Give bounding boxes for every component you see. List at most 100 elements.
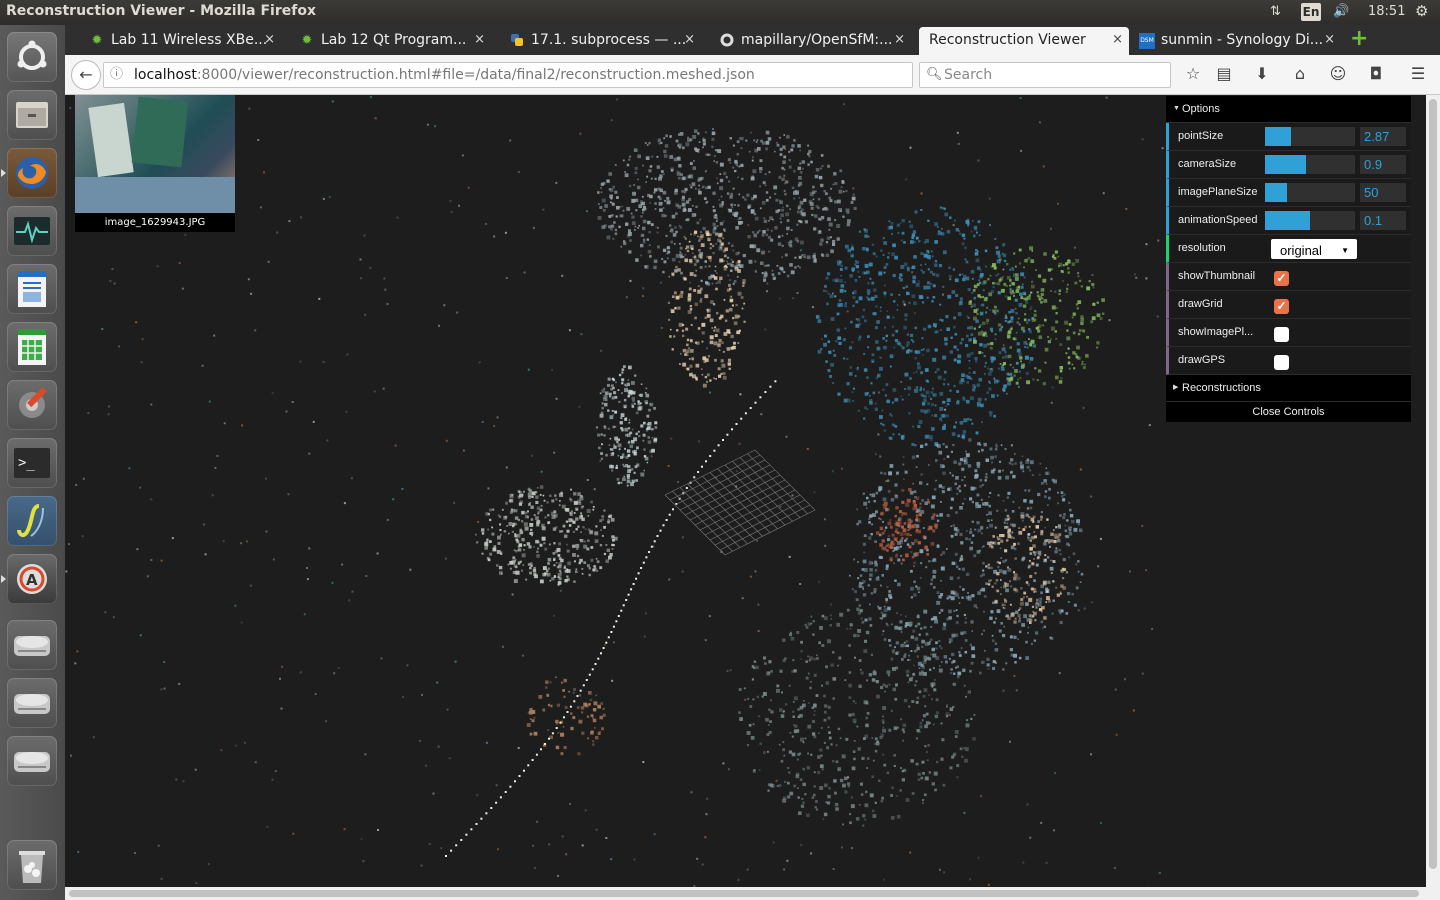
tab-close-icon[interactable]: × — [684, 27, 695, 53]
home-icon[interactable]: ⌂ — [1289, 64, 1311, 86]
jabref-launcher[interactable] — [7, 496, 57, 546]
reading-list-icon[interactable]: ▤ — [1213, 64, 1235, 86]
image-plane-size-input[interactable]: 50 — [1360, 183, 1406, 202]
calc-launcher[interactable] — [7, 322, 57, 372]
gear-icon: ✹ — [301, 33, 313, 48]
pocket-icon[interactable]: ◘ — [1365, 64, 1387, 86]
url-bar[interactable]: ⓘ localhost:8000/viewer/reconstruction.h… — [103, 62, 934, 88]
terminal-icon: >_ — [14, 448, 50, 478]
image-plane-size-slider[interactable] — [1265, 183, 1355, 202]
camera-size-slider[interactable] — [1265, 155, 1355, 174]
hello-chat-icon[interactable]: ☺ — [1327, 64, 1349, 86]
tab-close-icon[interactable]: × — [474, 27, 485, 53]
tab-close-icon[interactable]: × — [1324, 27, 1335, 53]
keyboard-layout-indicator[interactable]: En — [1301, 3, 1321, 21]
show-image-planes-control: showImagePl... — [1166, 319, 1411, 347]
new-tab-plus-icon[interactable]: + — [1350, 28, 1368, 50]
control-label: resolution — [1178, 242, 1226, 254]
reconstructions-folder-header[interactable]: ▶ Reconstructions — [1166, 375, 1411, 402]
tab-close-icon[interactable]: × — [264, 27, 275, 53]
system-monitor-launcher[interactable] — [7, 206, 57, 256]
tab-synology[interactable]: DSM sunmin - Synology Di... × — [1131, 27, 1341, 55]
thumbnail-panel: image_1629943.JPG — [75, 95, 235, 232]
spreadsheet-icon — [18, 329, 46, 365]
firefox-launcher[interactable] — [1, 148, 57, 198]
search-placeholder: Search — [944, 67, 993, 83]
files-launcher[interactable] — [7, 90, 57, 140]
ubuntu-dash-button[interactable] — [7, 32, 57, 82]
tab-label: mapillary/OpenSfM:... — [741, 32, 893, 48]
resolution-select[interactable]: original ▼ — [1271, 239, 1357, 259]
show-thumbnail-checkbox[interactable]: ✓ — [1274, 271, 1289, 286]
close-controls-button[interactable]: Close Controls — [1166, 402, 1411, 422]
control-label: showImagePl... — [1178, 326, 1254, 338]
show-image-planes-checkbox[interactable] — [1274, 327, 1289, 342]
system-monitor-icon — [14, 217, 50, 245]
file-cabinet-icon — [16, 102, 48, 128]
point-size-input[interactable]: 2.87 — [1360, 127, 1406, 146]
network-icon[interactable]: ⇅ — [1270, 4, 1281, 19]
clock[interactable]: 18:51 — [1368, 4, 1405, 19]
software-updater-launcher[interactable]: A — [1, 554, 57, 604]
tab-bar: ✹ Lab 11 Wireless XBe... × ✹ Lab 12 Qt P… — [65, 25, 1440, 55]
tab-lab11[interactable]: ✹ Lab 11 Wireless XBe... × — [81, 27, 281, 55]
site-info-icon[interactable]: ⓘ — [110, 63, 123, 87]
tab-label: Lab 11 Wireless XBe... — [111, 32, 268, 48]
point-size-slider[interactable] — [1265, 127, 1355, 146]
settings-gear-icon[interactable]: ⚙ — [1415, 2, 1428, 20]
options-panel: ▼ Options pointSize 2.87 cameraSize 0.9 … — [1166, 96, 1411, 422]
drive-launcher-3[interactable] — [7, 736, 57, 786]
hard-drive-icon — [14, 694, 50, 714]
thumbnail-caption: image_1629943.JPG — [104, 217, 206, 228]
image-plane-size-control: imagePlaneSize 50 — [1166, 179, 1411, 207]
vertical-scrollbar[interactable] — [1426, 95, 1440, 887]
show-thumbnail-control: showThumbnail ✓ — [1166, 263, 1411, 291]
url-text: localhost:8000/viewer/reconstruction.htm… — [134, 67, 755, 83]
point-size-control: pointSize 2.87 — [1166, 123, 1411, 151]
tab-reconstruction-viewer[interactable]: Reconstruction Viewer × — [919, 27, 1129, 55]
caret-down-icon: ▼ — [1173, 105, 1180, 112]
horizontal-scrollbar[interactable] — [65, 887, 1440, 900]
tab-label: 17.1. subprocess — ... — [531, 32, 687, 48]
trash-icon — [19, 851, 45, 883]
animation-speed-control: animationSpeed 0.1 — [1166, 207, 1411, 235]
tab-close-icon[interactable]: × — [894, 27, 905, 53]
system-settings-launcher[interactable] — [7, 380, 57, 430]
hard-drive-icon — [14, 752, 50, 772]
tab-subprocess[interactable]: 17.1. subprocess — ... × — [501, 27, 701, 55]
firefox-icon — [16, 157, 48, 189]
animation-speed-slider[interactable] — [1265, 211, 1355, 230]
draw-grid-control: drawGrid ✓ — [1166, 291, 1411, 319]
draw-gps-checkbox[interactable] — [1274, 355, 1289, 370]
draw-grid-checkbox[interactable]: ✓ — [1274, 299, 1289, 314]
trash-launcher[interactable] — [7, 840, 57, 890]
thumbnail-image — [75, 95, 235, 213]
animation-speed-input[interactable]: 0.1 — [1360, 211, 1406, 230]
back-arrow-icon[interactable]: ← — [71, 60, 101, 90]
updater-icon: A — [17, 564, 47, 594]
terminal-launcher[interactable]: >_ — [7, 438, 57, 488]
drive-launcher-2[interactable] — [7, 678, 57, 728]
resolution-control: resolution original ▼ — [1166, 235, 1411, 263]
camera-size-input[interactable]: 0.9 — [1360, 155, 1406, 174]
github-icon — [719, 33, 735, 49]
gear-icon: ✹ — [91, 33, 103, 48]
search-input[interactable]: 🔍︎ Search — [919, 62, 1171, 88]
control-label: pointSize — [1178, 130, 1224, 142]
tab-close-icon[interactable]: × — [1112, 27, 1123, 53]
hamburger-menu-icon[interactable]: ☰ — [1407, 64, 1429, 86]
bookmark-star-icon[interactable]: ☆ — [1182, 64, 1204, 86]
volume-icon[interactable]: 🔊 — [1333, 4, 1349, 19]
reconstruction-viewer-canvas[interactable]: image_1629943.JPG ▼ Options pointSize 2.… — [65, 95, 1426, 887]
downloads-arrow-icon[interactable]: ⬇ — [1251, 64, 1273, 86]
tab-label: Reconstruction Viewer — [929, 32, 1086, 48]
tab-opensfm[interactable]: mapillary/OpenSfM:... × — [711, 27, 911, 55]
drive-launcher-1[interactable] — [7, 620, 57, 670]
hard-drive-icon — [14, 636, 50, 656]
tab-lab12[interactable]: ✹ Lab 12 Qt Program... × — [291, 27, 491, 55]
dsm-icon: DSM — [1139, 33, 1155, 49]
settings-wrench-icon — [19, 387, 47, 418]
writer-launcher[interactable] — [7, 264, 57, 314]
options-folder-header[interactable]: ▼ Options — [1166, 96, 1411, 123]
python-icon — [509, 33, 525, 49]
